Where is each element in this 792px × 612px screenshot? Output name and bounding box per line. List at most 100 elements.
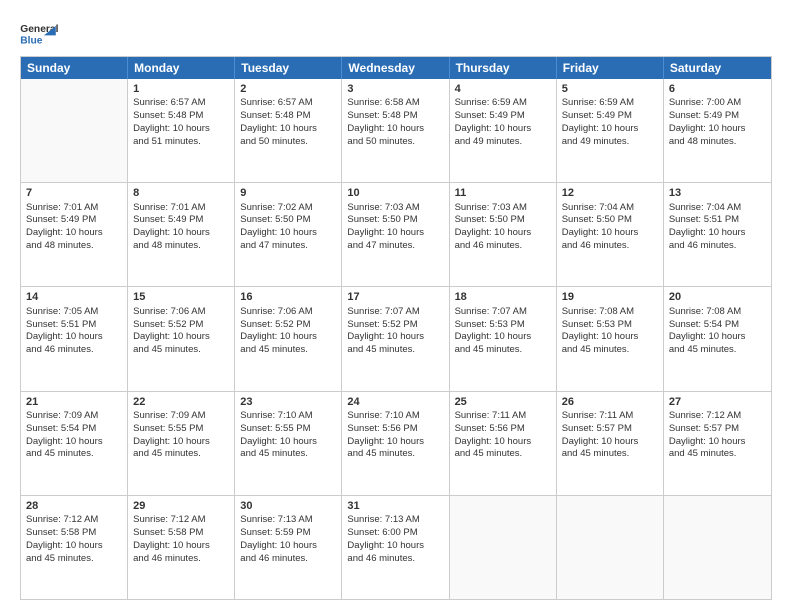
day-number: 10	[347, 186, 443, 200]
day-number: 16	[240, 290, 336, 304]
cell-info: Sunrise: 7:08 AMSunset: 5:54 PMDaylight:…	[669, 306, 766, 357]
calendar-cell: 9 Sunrise: 7:02 AMSunset: 5:50 PMDaylight…	[235, 183, 342, 286]
cell-info: Sunrise: 7:09 AMSunset: 5:54 PMDaylight:…	[26, 410, 122, 461]
header-day-sunday: Sunday	[21, 57, 128, 79]
cell-info: Sunrise: 6:57 AMSunset: 5:48 PMDaylight:…	[240, 97, 336, 148]
calendar-cell: 11 Sunrise: 7:03 AMSunset: 5:50 PMDayligh…	[450, 183, 557, 286]
cell-info: Sunrise: 7:04 AMSunset: 5:51 PMDaylight:…	[669, 202, 766, 253]
cell-info: Sunrise: 6:59 AMSunset: 5:49 PMDaylight:…	[455, 97, 551, 148]
calendar-cell	[557, 496, 664, 599]
header-day-wednesday: Wednesday	[342, 57, 449, 79]
calendar-cell: 6Sunrise: 7:00 AMSunset: 5:49 PMDaylight…	[664, 79, 771, 182]
cell-info: Sunrise: 7:00 AMSunset: 5:49 PMDaylight:…	[669, 97, 766, 148]
day-number: 13	[669, 186, 766, 200]
calendar-cell: 19 Sunrise: 7:08 AMSunset: 5:53 PMDayligh…	[557, 287, 664, 390]
cell-info: Sunrise: 7:07 AMSunset: 5:53 PMDaylight:…	[455, 306, 551, 357]
header: General Blue	[20, 18, 772, 48]
logo-icon: General Blue	[20, 18, 60, 48]
header-day-tuesday: Tuesday	[235, 57, 342, 79]
page: General Blue SundayMondayTuesdayWednesda…	[0, 0, 792, 612]
calendar-cell: 1Sunrise: 6:57 AMSunset: 5:48 PMDaylight…	[128, 79, 235, 182]
calendar-cell: 7 Sunrise: 7:01 AMSunset: 5:49 PMDaylight…	[21, 183, 128, 286]
day-number: 21	[26, 395, 122, 409]
day-number: 29	[133, 499, 229, 513]
calendar-cell: 30Sunrise: 7:13 AMSunset: 5:59 PMDayligh…	[235, 496, 342, 599]
calendar-body: 1 Sunrise: 6:57 AMSunset: 5:48 PMDaylight…	[21, 79, 771, 599]
calendar-header-row: SundayMondayTuesdayWednesdayThursdayFrid…	[21, 57, 771, 79]
day-number: 1	[133, 82, 229, 96]
cell-info: Sunrise: 7:12 AMSunset: 5:57 PMDaylight:…	[669, 410, 766, 461]
calendar-cell: 25Sunrise: 7:11 AMSunset: 5:56 PMDayligh…	[450, 392, 557, 495]
calendar-cell: 13 Sunrise: 7:04 AMSunset: 5:51 PMDayligh…	[664, 183, 771, 286]
svg-text:Blue: Blue	[20, 35, 43, 46]
day-number: 18	[455, 290, 551, 304]
calendar-cell: 21Sunrise: 7:09 AMSunset: 5:54 PMDayligh…	[21, 392, 128, 495]
day-number: 17	[347, 290, 443, 304]
day-number: 19	[562, 290, 658, 304]
day-number: 11	[455, 186, 551, 200]
cell-info: Sunrise: 7:01 AMSunset: 5:49 PMDaylight:…	[26, 202, 122, 253]
calendar-cell: 4Sunrise: 6:59 AMSunset: 5:49 PMDaylight…	[450, 79, 557, 182]
day-number: 5	[562, 82, 658, 96]
day-number: 25	[455, 395, 551, 409]
calendar-cell: 17 Sunrise: 7:07 AMSunset: 5:52 PMDayligh…	[342, 287, 449, 390]
week-row-4: 28Sunrise: 7:12 AMSunset: 5:58 PMDayligh…	[21, 495, 771, 599]
day-number: 9	[240, 186, 336, 200]
day-number: 23	[240, 395, 336, 409]
cell-info: Sunrise: 7:01 AMSunset: 5:49 PMDaylight:…	[133, 202, 229, 253]
cell-info: Sunrise: 7:06 AMSunset: 5:52 PMDaylight:…	[133, 306, 229, 357]
logo: General Blue	[20, 18, 60, 48]
header-day-saturday: Saturday	[664, 57, 771, 79]
day-number: 2	[240, 82, 336, 96]
calendar-cell: 16 Sunrise: 7:06 AMSunset: 5:52 PMDayligh…	[235, 287, 342, 390]
calendar-cell: 20 Sunrise: 7:08 AMSunset: 5:54 PMDayligh…	[664, 287, 771, 390]
week-row-2: 14 Sunrise: 7:05 AMSunset: 5:51 PMDayligh…	[21, 286, 771, 390]
day-number: 22	[133, 395, 229, 409]
header-day-friday: Friday	[557, 57, 664, 79]
cell-info: Sunrise: 7:10 AMSunset: 5:56 PMDaylight:…	[347, 410, 443, 461]
cell-info: Sunrise: 6:59 AMSunset: 5:49 PMDaylight:…	[562, 97, 658, 148]
calendar-cell: 26Sunrise: 7:11 AMSunset: 5:57 PMDayligh…	[557, 392, 664, 495]
cell-info: Sunrise: 7:05 AMSunset: 5:51 PMDaylight:…	[26, 306, 122, 357]
cell-info: Sunrise: 7:06 AMSunset: 5:52 PMDaylight:…	[240, 306, 336, 357]
day-number: 28	[26, 499, 122, 513]
cell-info: Sunrise: 7:08 AMSunset: 5:53 PMDaylight:…	[562, 306, 658, 357]
calendar: SundayMondayTuesdayWednesdayThursdayFrid…	[20, 56, 772, 600]
cell-info: Sunrise: 7:11 AMSunset: 5:56 PMDaylight:…	[455, 410, 551, 461]
calendar-cell: 27Sunrise: 7:12 AMSunset: 5:57 PMDayligh…	[664, 392, 771, 495]
calendar-cell: 12 Sunrise: 7:04 AMSunset: 5:50 PMDayligh…	[557, 183, 664, 286]
day-number: 7	[26, 186, 122, 200]
week-row-1: 7 Sunrise: 7:01 AMSunset: 5:49 PMDaylight…	[21, 182, 771, 286]
calendar-cell: 2Sunrise: 6:57 AMSunset: 5:48 PMDaylight…	[235, 79, 342, 182]
week-row-3: 21Sunrise: 7:09 AMSunset: 5:54 PMDayligh…	[21, 391, 771, 495]
calendar-cell: 15 Sunrise: 7:06 AMSunset: 5:52 PMDayligh…	[128, 287, 235, 390]
calendar-cell: 18 Sunrise: 7:07 AMSunset: 5:53 PMDayligh…	[450, 287, 557, 390]
cell-info: Sunrise: 7:02 AMSunset: 5:50 PMDaylight:…	[240, 202, 336, 253]
header-day-monday: Monday	[128, 57, 235, 79]
calendar-cell: 10 Sunrise: 7:03 AMSunset: 5:50 PMDayligh…	[342, 183, 449, 286]
day-number: 20	[669, 290, 766, 304]
calendar-cell: 31Sunrise: 7:13 AMSunset: 6:00 PMDayligh…	[342, 496, 449, 599]
cell-info: Sunrise: 7:11 AMSunset: 5:57 PMDaylight:…	[562, 410, 658, 461]
day-number: 12	[562, 186, 658, 200]
cell-info: Sunrise: 7:03 AMSunset: 5:50 PMDaylight:…	[455, 202, 551, 253]
cell-info: Sunrise: 7:13 AMSunset: 5:59 PMDaylight:…	[240, 514, 336, 565]
cell-info: Sunrise: 7:13 AMSunset: 6:00 PMDaylight:…	[347, 514, 443, 565]
day-number: 14	[26, 290, 122, 304]
calendar-cell: 3Sunrise: 6:58 AMSunset: 5:48 PMDaylight…	[342, 79, 449, 182]
calendar-cell: 29Sunrise: 7:12 AMSunset: 5:58 PMDayligh…	[128, 496, 235, 599]
day-number: 30	[240, 499, 336, 513]
day-number: 15	[133, 290, 229, 304]
day-number: 27	[669, 395, 766, 409]
cell-info: Sunrise: 7:07 AMSunset: 5:52 PMDaylight:…	[347, 306, 443, 357]
cell-info: Sunrise: 7:10 AMSunset: 5:55 PMDaylight:…	[240, 410, 336, 461]
calendar-cell: 14 Sunrise: 7:05 AMSunset: 5:51 PMDayligh…	[21, 287, 128, 390]
cell-info: Sunrise: 7:04 AMSunset: 5:50 PMDaylight:…	[562, 202, 658, 253]
calendar-cell: 24Sunrise: 7:10 AMSunset: 5:56 PMDayligh…	[342, 392, 449, 495]
day-number: 24	[347, 395, 443, 409]
cell-info: Sunrise: 7:03 AMSunset: 5:50 PMDaylight:…	[347, 202, 443, 253]
calendar-cell: 28Sunrise: 7:12 AMSunset: 5:58 PMDayligh…	[21, 496, 128, 599]
day-number: 6	[669, 82, 766, 96]
cell-info: Sunrise: 6:58 AMSunset: 5:48 PMDaylight:…	[347, 97, 443, 148]
calendar-cell: 5Sunrise: 6:59 AMSunset: 5:49 PMDaylight…	[557, 79, 664, 182]
